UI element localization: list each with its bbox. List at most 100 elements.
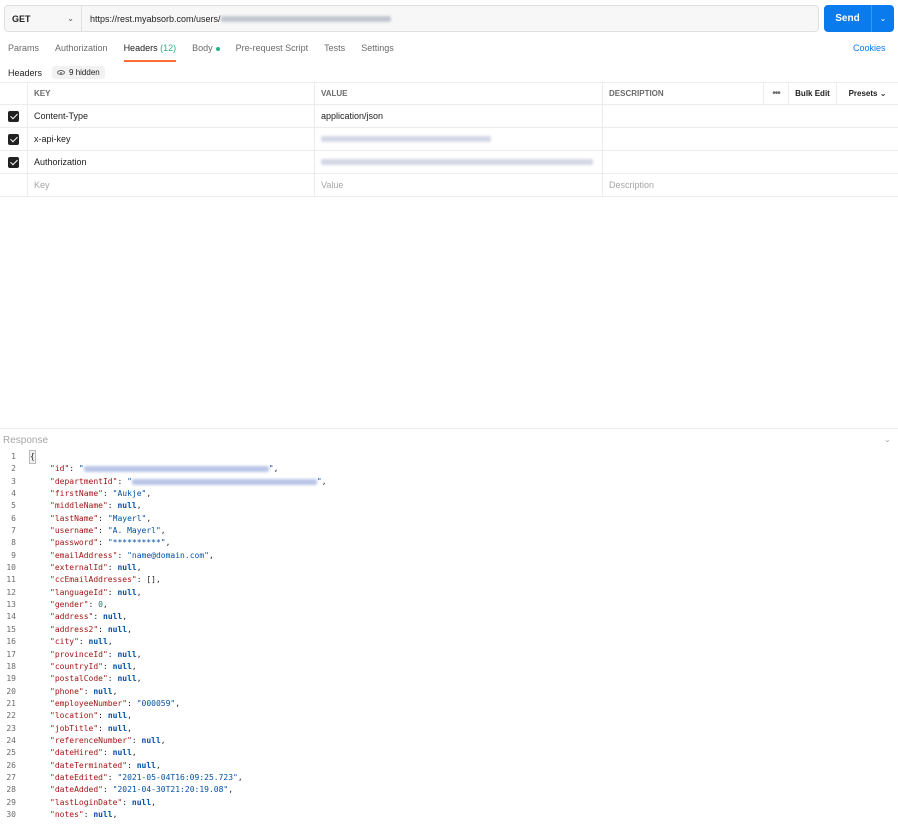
tab-pre-request-script[interactable]: Pre-request Script	[236, 43, 309, 60]
response-label: Response	[3, 435, 49, 446]
json-value: null	[117, 587, 137, 597]
send-dropdown-chevron-icon[interactable]: ⌄	[872, 5, 894, 32]
table-header-row: KEY VALUE DESCRIPTION ••• Bulk Edit Pres…	[0, 82, 898, 105]
tab-headers[interactable]: Headers (12)	[123, 43, 177, 62]
header-value-cell[interactable]	[315, 128, 603, 150]
presets-dropdown[interactable]: Presets ⌄	[837, 83, 898, 104]
line-number: 10	[6, 563, 16, 573]
json-key: "phone"	[50, 686, 84, 696]
column-value: VALUE	[315, 83, 603, 104]
line-number: 19	[6, 674, 16, 684]
response-divider	[0, 428, 898, 429]
json-value: null	[112, 661, 132, 671]
code-line: 18 "countryId": null,	[0, 661, 898, 673]
tab-tests[interactable]: Tests	[324, 43, 345, 60]
table-row-new: Key Value Description	[0, 174, 898, 197]
json-value: "name@domain.com"	[127, 550, 209, 560]
header-value-cell[interactable]: application/json	[315, 105, 603, 127]
json-key: "username"	[50, 526, 99, 536]
header-description-cell[interactable]	[603, 128, 898, 150]
line-number: 8	[11, 538, 16, 548]
new-description-input[interactable]: Description	[603, 174, 898, 196]
code-line: 2 "id": " ",	[0, 463, 898, 475]
enable-checkbox[interactable]	[8, 133, 19, 145]
json-value: null	[107, 624, 128, 634]
code-line: 20 "phone": null,	[0, 686, 898, 698]
collapse-chevron-icon[interactable]: ⌄	[884, 435, 891, 444]
json-key: "lastLoginDate"	[50, 797, 123, 807]
more-options-icon[interactable]: •••	[764, 83, 789, 104]
header-key-cell[interactable]: Content-Type	[28, 105, 315, 127]
send-button[interactable]: Send	[824, 5, 872, 32]
url-input[interactable]: https://rest.myabsorb.com/users/	[82, 6, 391, 31]
new-value-input[interactable]: Value	[315, 174, 603, 196]
code-line: 28 "dateAdded": "2021-04-30T21:20:19.08",	[0, 784, 898, 796]
code-line: 12 "languageId": null,	[0, 587, 898, 599]
headers-label: Headers	[8, 67, 43, 78]
line-number: 11	[6, 575, 16, 585]
json-value: "2021-05-04T16:09:25.723"	[117, 772, 238, 782]
header-description-cell[interactable]	[603, 151, 898, 173]
code-line: 16 "city": null,	[0, 636, 898, 648]
code-line: 27 "dateEdited": "2021-05-04T16:09:25.723…	[0, 772, 898, 784]
json-key: "dateEdited"	[50, 772, 108, 782]
send-button-group: Send ⌄	[824, 5, 894, 32]
tab-params[interactable]: Params	[8, 43, 39, 60]
bulk-edit-button[interactable]: Bulk Edit	[789, 83, 837, 104]
header-value-cell[interactable]	[315, 151, 603, 173]
code-line: 1{	[0, 449, 898, 465]
tab-body[interactable]: Body	[192, 43, 220, 60]
line-number: 21	[6, 698, 16, 708]
enable-checkbox[interactable]	[8, 110, 19, 122]
headers-count: (12)	[160, 43, 177, 53]
code-line: 5 "middleName": null,	[0, 500, 898, 512]
code-line: 30 "notes": null,	[0, 809, 898, 821]
json-key: "dateAdded"	[50, 785, 103, 795]
json-value: null	[117, 563, 137, 573]
json-value: null	[112, 748, 132, 758]
json-key: "externalId"	[50, 563, 108, 573]
enable-checkbox[interactable]	[8, 156, 19, 168]
line-number: 13	[6, 600, 16, 610]
json-value: null	[88, 637, 108, 647]
json-value: null	[103, 612, 123, 622]
code-line: 22 "location": null,	[0, 710, 898, 722]
json-value: []	[146, 575, 156, 585]
cookies-link[interactable]: Cookies	[853, 43, 886, 53]
header-description-cell[interactable]	[603, 105, 898, 127]
json-value: null	[136, 760, 156, 770]
eye-icon	[57, 70, 66, 75]
method-select[interactable]: GET ⌄	[5, 6, 82, 31]
json-key: "id"	[50, 464, 70, 474]
code-line: 24 "referenceNumber": null,	[0, 735, 898, 747]
json-key: "dateTerminated"	[50, 760, 128, 770]
line-number: 12	[6, 587, 16, 597]
headers-subbar: Headers 9 hidden	[8, 66, 105, 79]
hidden-count: 9 hidden	[69, 68, 100, 77]
code-line: 9 "emailAddress": "name@domain.com",	[0, 550, 898, 562]
request-bar: GET ⌄ https://rest.myabsorb.com/users/	[4, 5, 819, 32]
json-key: "postalCode"	[50, 674, 108, 684]
column-key: KEY	[28, 83, 315, 104]
json-key: "address2"	[50, 624, 99, 634]
chevron-down-icon: ⌄	[67, 14, 74, 23]
line-number: 2	[11, 464, 16, 474]
json-key: "referenceNumber"	[50, 735, 132, 745]
line-number: 22	[6, 711, 16, 721]
line-number: 1	[11, 452, 16, 461]
line-number: 17	[6, 649, 16, 659]
tab-settings[interactable]: Settings	[361, 43, 394, 60]
code-line: 10 "externalId": null,	[0, 562, 898, 574]
line-number: 30	[6, 809, 16, 819]
json-value: null	[107, 711, 128, 721]
line-number: 28	[6, 785, 16, 795]
header-key-cell[interactable]: Authorization	[28, 151, 315, 173]
hidden-headers-toggle[interactable]: 9 hidden	[52, 66, 105, 79]
code-line: 7 "username": "A. Mayerl",	[0, 525, 898, 537]
tab-authorization[interactable]: Authorization	[55, 43, 108, 60]
code-line: 17 "provinceId": null,	[0, 649, 898, 661]
new-key-input[interactable]: Key	[28, 174, 315, 196]
code-line: 19 "postalCode": null,	[0, 673, 898, 685]
header-key-cell[interactable]: x-api-key	[28, 128, 315, 150]
json-value: "000059"	[136, 698, 176, 708]
